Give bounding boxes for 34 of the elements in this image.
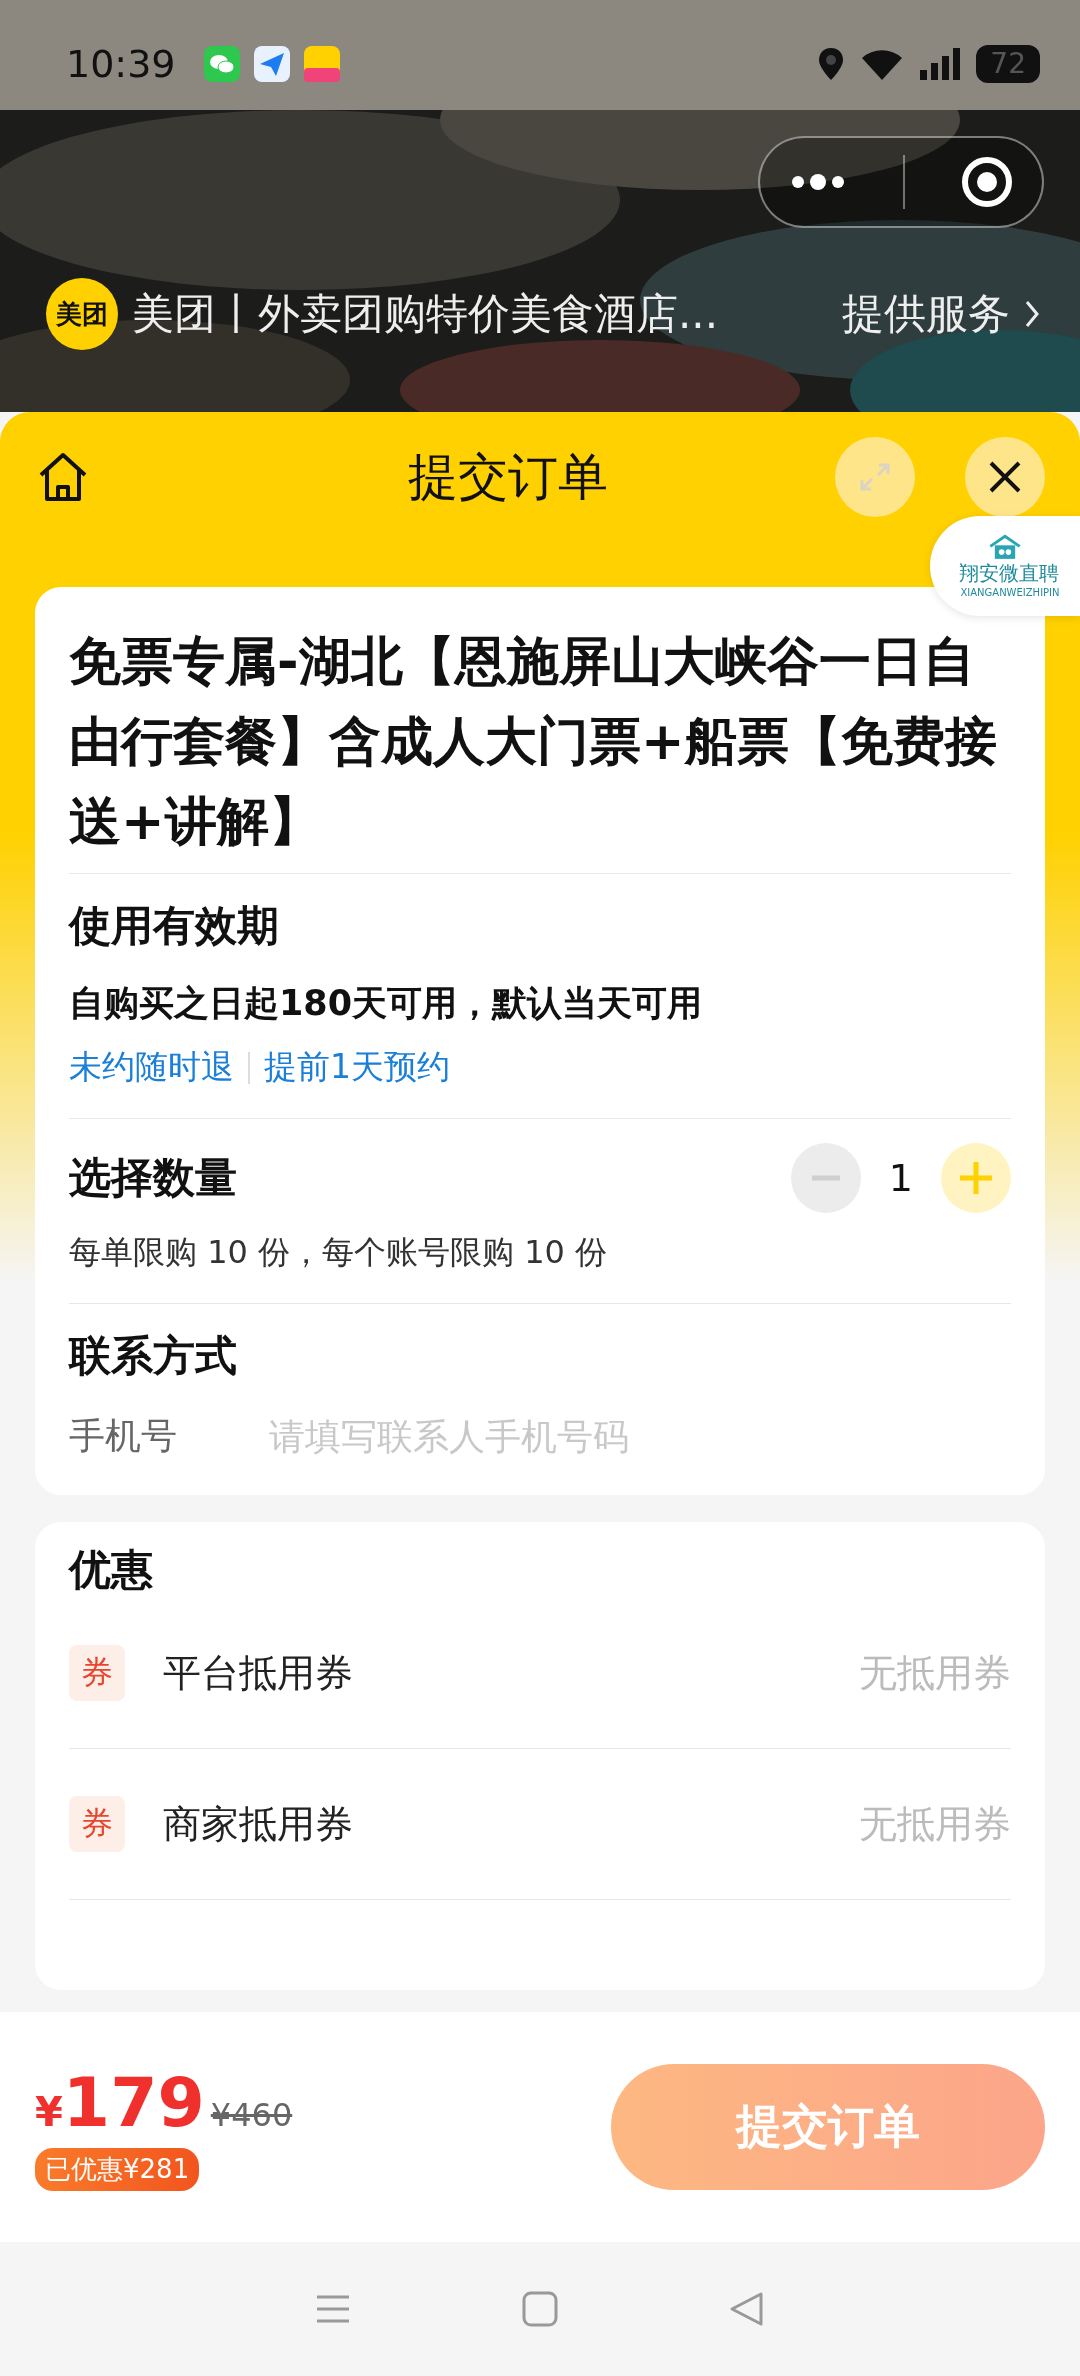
- section-heading: 优惠: [69, 1544, 154, 1596]
- chat-app-icon: [203, 46, 240, 82]
- battery-indicator: 72: [976, 45, 1040, 83]
- policy-tag: 未约随时退: [69, 1045, 234, 1090]
- quantity-value: 1: [888, 1156, 913, 1200]
- discount-badge: 已优惠¥281: [35, 2148, 200, 2191]
- field-label: 手机号: [69, 1414, 178, 1458]
- product-title: 免票专属-湖北【恩施屏山大峡谷一日自由行套餐】含成人大门票+船票【免费接送+讲解】: [69, 630, 998, 853]
- app-icon: [303, 46, 340, 82]
- mini-program-name: 美团丨外卖团购特价美食酒店...: [132, 288, 719, 340]
- status-time: 10:39: [66, 42, 176, 86]
- signal-icon: [918, 46, 963, 82]
- chevron-right-icon: [1024, 299, 1040, 329]
- validity-text: 自购买之日起180天可用，默认当天可用: [69, 982, 704, 1025]
- section-heading: 选择数量: [69, 1152, 237, 1204]
- paper-plane-icon: [253, 46, 290, 82]
- section-heading: 使用有效期: [69, 900, 280, 952]
- coupon-badge: 券: [69, 1645, 125, 1701]
- policy-tag: 提前1天预约: [264, 1045, 450, 1090]
- limit-note: 每单限购 10 份，每个账号限购 10 份: [69, 1232, 609, 1273]
- section-heading: 联系方式: [69, 1330, 238, 1382]
- plus-button[interactable]: [941, 1143, 1011, 1213]
- coupon-row[interactable]: 券 商家抵用券 无抵用券: [69, 1749, 1011, 1900]
- service-link[interactable]: 提供服务: [842, 286, 1010, 342]
- floating-badge[interactable]: 翔安微直聘 XIANGANWEIZHIPIN: [930, 516, 1080, 616]
- page-title: 提交订单: [407, 446, 609, 508]
- close-target-icon[interactable]: [960, 155, 1015, 209]
- close-icon[interactable]: [965, 437, 1045, 517]
- home-square-icon[interactable]: [520, 2289, 560, 2329]
- coupon-badge: 券: [69, 1796, 125, 1852]
- original-price: ¥460: [210, 2096, 293, 2134]
- coupon-row[interactable]: 券 平台抵用券 无抵用券: [69, 1598, 1011, 1749]
- price: ¥179: [35, 2063, 205, 2142]
- house-icon: [987, 534, 1023, 560]
